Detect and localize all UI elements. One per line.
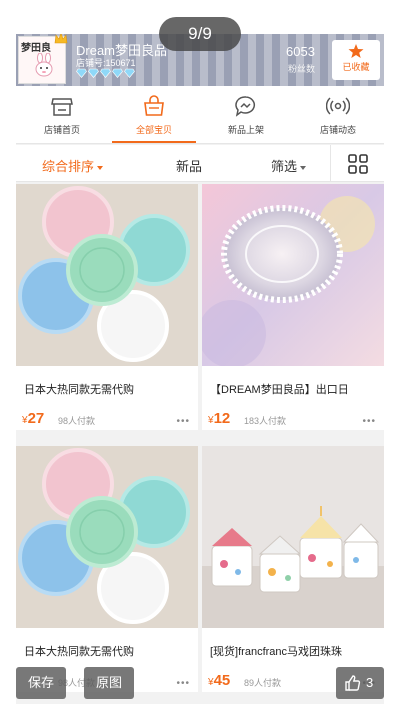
product-title: [现货]francfranc马戏团珠珠: [210, 646, 343, 658]
favorite-button[interactable]: 已收藏: [332, 40, 380, 80]
thumbs-up-icon: [345, 675, 361, 691]
more-options-icon[interactable]: •••: [362, 417, 376, 427]
shopping-bag-icon: [144, 95, 164, 116]
sort-bar: 综合排序 新品 筛选: [16, 145, 384, 182]
sort-new-label: 新品: [176, 159, 203, 174]
screenshot-frame: 梦田良 Dream梦田良品 店铺号:150671 6053 粉丝数 已收藏 店铺…: [16, 34, 384, 704]
product-card[interactable]: [现货]francfranc马戏团珠珠 ¥45 89人付款 •••: [202, 446, 384, 692]
page-indicator: 9/9: [159, 17, 241, 51]
diamond-icon: [124, 68, 135, 78]
nav-item-store-home[interactable]: 店铺首页: [16, 86, 108, 143]
product-image[interactable]: [16, 446, 198, 628]
store-nav: 店铺首页 全部宝贝 新品上架 店铺动态: [16, 86, 384, 144]
product-price: ¥45: [208, 672, 230, 689]
like-button[interactable]: 3: [336, 667, 384, 699]
store-logo-text: 梦田良: [21, 43, 51, 54]
product-title: 日本大热同款无需代购: [24, 646, 134, 658]
product-image[interactable]: [202, 184, 384, 366]
favorite-label: 已收藏: [342, 62, 370, 72]
filter-button[interactable]: 筛选: [271, 156, 307, 175]
star-icon: [348, 44, 364, 58]
diamond-icon: [88, 68, 99, 78]
more-options-icon[interactable]: •••: [176, 417, 190, 427]
product-price: ¥12: [208, 410, 230, 427]
broadcast-icon: [326, 97, 350, 115]
chevron-down-icon: [97, 165, 104, 170]
nav-item-all-items[interactable]: 全部宝贝: [108, 86, 200, 143]
product-price: ¥27: [22, 410, 44, 427]
sort-comprehensive[interactable]: 综合排序: [42, 156, 104, 175]
price-value: 27: [27, 410, 45, 427]
diamond-icon: [112, 68, 123, 78]
like-count: 3: [366, 675, 374, 690]
sort-comprehensive-label: 综合排序: [42, 159, 95, 174]
fans-count: 6053: [286, 44, 315, 59]
sort-new[interactable]: 新品: [176, 156, 202, 175]
chevron-down-icon: [300, 165, 307, 170]
product-card[interactable]: 【DREAM梦田良品】出口日 ¥12 183人付款 •••: [202, 184, 384, 430]
store-rating-diamonds: [76, 68, 135, 78]
diamond-icon: [76, 68, 87, 78]
product-title: 日本大热同款无需代购: [24, 384, 134, 396]
nav-item-new-arrivals[interactable]: 新品上架: [200, 86, 292, 143]
more-options-icon[interactable]: •••: [176, 679, 190, 689]
product-card[interactable]: 日本大热同款无需代购 98人付款 •••: [16, 446, 198, 692]
nav-label: 全部宝贝: [135, 125, 172, 135]
diamond-icon: [100, 68, 111, 78]
new-arrivals-icon: [235, 96, 255, 117]
nav-item-store-updates[interactable]: 店铺动态: [292, 86, 384, 143]
product-sold-count: 183人付款: [244, 416, 287, 426]
product-sold-count: 98人付款: [58, 416, 96, 426]
save-button[interactable]: 保存: [16, 667, 66, 699]
grid-view-icon: [348, 154, 368, 174]
crown-icon: [54, 34, 68, 44]
nav-label: 店铺首页: [43, 125, 80, 135]
original-image-button[interactable]: 原图: [84, 667, 134, 699]
circus-mugs-image: [202, 446, 384, 628]
fans-label: 粉丝数: [288, 64, 316, 74]
nav-label: 店铺动态: [319, 125, 356, 135]
price-value: 12: [213, 410, 231, 427]
filter-label: 筛选: [271, 159, 298, 174]
nav-label: 新品上架: [227, 125, 264, 135]
product-image[interactable]: [16, 184, 198, 366]
glass-dish-image: [202, 184, 384, 366]
product-card[interactable]: 日本大热同款无需代购 ¥27 98人付款 •••: [16, 184, 198, 430]
bunny-icon: [35, 53, 53, 77]
product-title: 【DREAM梦田良品】出口日: [210, 384, 349, 396]
product-image[interactable]: [202, 446, 384, 628]
price-value: 45: [213, 672, 231, 689]
product-sold-count: 89人付款: [244, 678, 282, 688]
store-icon: [51, 98, 73, 116]
view-toggle-button[interactable]: [330, 145, 384, 182]
pastel-plates-image: [16, 446, 198, 628]
pastel-plates-image: [16, 184, 198, 366]
